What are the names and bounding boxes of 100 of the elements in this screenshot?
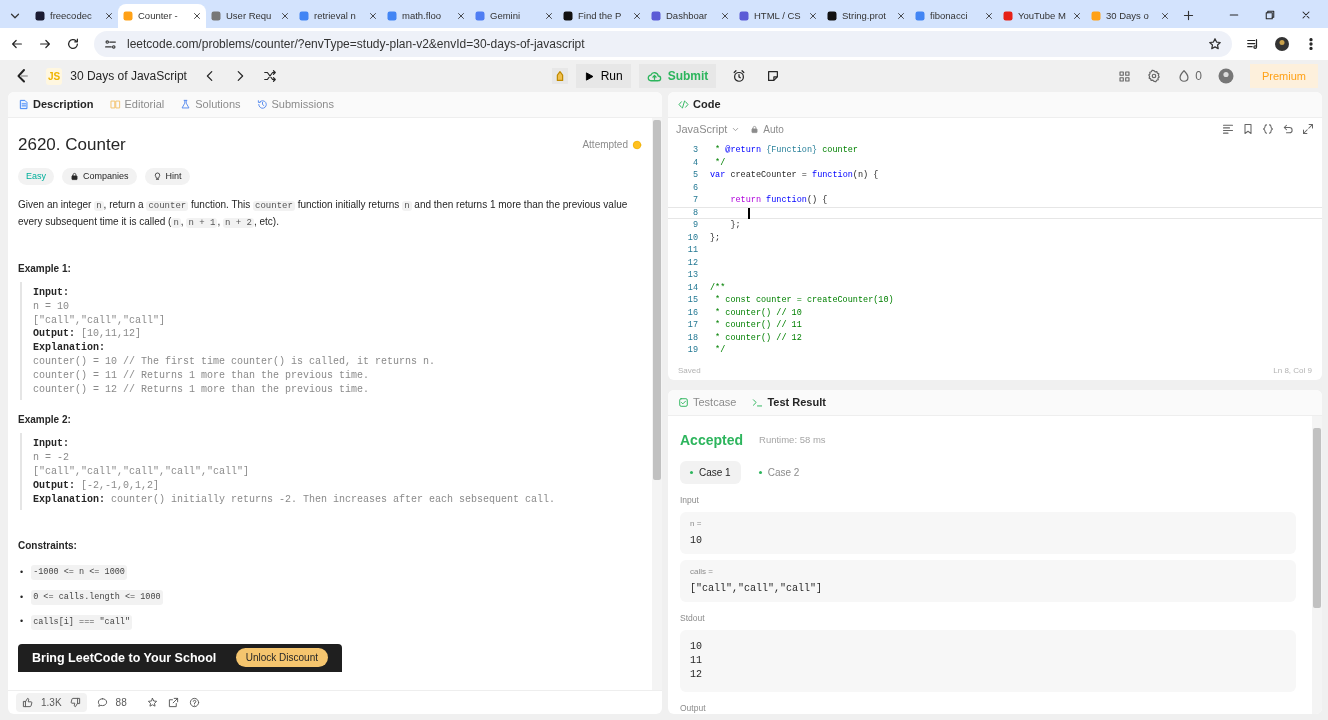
browser-tab[interactable]: fibonacci [910,4,998,28]
settings-icon[interactable] [1147,69,1162,83]
thumbs-up-icon[interactable] [22,697,33,708]
avatar-icon[interactable] [1274,36,1290,52]
close-icon[interactable] [808,11,818,21]
variable-value: ["call","call","call"] [690,581,824,596]
forward-icon[interactable] [38,37,52,51]
stdout-line: 12 [690,667,703,682]
play-icon [583,70,595,82]
site-icon [474,10,486,22]
line-number: 5 [691,170,698,181]
format-icon[interactable] [1222,123,1234,135]
text-cursor [748,207,750,219]
close-icon[interactable] [544,11,554,21]
code-line: */ [714,345,726,356]
language-select[interactable]: JavaScript [676,120,741,138]
browser-tab[interactable]: math.floo [382,4,470,28]
share-icon[interactable] [167,697,179,708]
site-icon [122,10,134,22]
bullet: • [20,590,24,604]
new-tab-icon[interactable] [1182,9,1195,22]
browser-tab[interactable]: Dashboar [646,4,734,28]
browser-tab[interactable]: HTML / CS [734,4,822,28]
line-number: 18 [686,332,698,343]
note-icon[interactable] [766,69,781,83]
browser-tab[interactable]: 30 Days o [1086,4,1174,28]
section-label: Input [680,494,700,507]
close-icon[interactable] [984,11,994,21]
browser-tab[interactable]: retrieval n [294,4,382,28]
checkbox-icon [678,397,689,408]
site-icon [650,10,662,22]
auto-mode-label: Auto [763,122,784,137]
browser-tab[interactable]: Gemini [470,4,558,28]
media-icon[interactable] [1246,37,1260,51]
example-line: Explanation: counter() initially returns -2. Then increases after each sebsequent call. [33,492,557,507]
code-line: return function() { [729,195,828,206]
like-count: 1.3K [41,696,62,710]
run-button[interactable]: Run [575,64,631,88]
bookmark-star-icon[interactable] [1208,37,1222,51]
line-number: 13 [686,270,698,281]
panel-tab[interactable]: Description [18,96,94,113]
example-line: Explanation: [33,341,106,355]
expand-icon[interactable] [1302,123,1314,135]
example-line: Input: [33,286,70,300]
example-line: counter() = 12 // Returns 1 more than the previous time. [33,382,371,397]
close-icon[interactable] [896,11,906,21]
shuffle-icon[interactable] [262,69,277,83]
close-icon[interactable] [104,11,114,21]
line-number: 7 [691,195,698,206]
close-icon[interactable] [1160,11,1170,21]
braces-icon[interactable] [1262,123,1274,135]
reset-icon[interactable] [1282,123,1294,135]
tag[interactable]: Hint [144,167,190,185]
thumbs-down-icon[interactable] [69,697,81,708]
comment-icon[interactable] [96,697,108,708]
panel-tab[interactable]: Test Result [752,394,826,411]
back-icon[interactable] [10,37,24,51]
line-number: 8 [691,207,698,218]
panel-title: Code [693,97,721,113]
url-text: leetcode.com/problems/counter/?envType=study-plan-v2&envId=30-days-of-javascript [127,36,585,53]
site-icon [1090,10,1102,22]
example-heading: Example 2: [18,413,72,428]
close-icon[interactable] [456,11,466,21]
case-tab[interactable]: Case 2 [748,461,810,484]
help-icon[interactable] [188,697,200,708]
close-icon[interactable] [720,11,730,21]
reload-icon[interactable] [66,37,80,51]
close-icon[interactable] [1072,11,1082,21]
scrollbar[interactable] [652,118,662,690]
browser-tab[interactable]: YouTube M [998,4,1086,28]
close-icon[interactable] [280,11,290,21]
line-number: 12 [686,257,698,268]
banner-title: Bring LeetCode to Your School [32,649,217,666]
case-tab[interactable]: Case 1 [680,461,741,484]
flask-icon [180,99,192,110]
code-line: */ [714,157,726,168]
close-icon[interactable] [1300,9,1312,21]
unlock-discount-button[interactable]: Unlock Discount [235,648,328,668]
close-icon[interactable] [368,11,378,21]
browser-tab[interactable]: Find the P [558,4,646,28]
layout-icon[interactable] [1118,69,1132,83]
close-icon[interactable] [632,11,642,21]
history-icon [256,99,268,110]
site-icon [298,10,310,22]
constraint-text: calls[i] === "call" [31,614,133,630]
browser-tab[interactable]: User Requ [206,4,294,28]
restore-icon[interactable] [1264,9,1276,21]
code-line: * const counter = createCounter(10) [714,295,894,306]
close-icon[interactable] [192,11,202,21]
alarm-icon[interactable] [732,69,747,83]
browser-tab[interactable]: String.prot [822,4,910,28]
address-bar[interactable]: leetcode.com/problems/counter/?envType=study-plan-v2&envId=30-days-of-javascript [94,31,1232,57]
study-plan-title[interactable]: 30 Days of JavaScript [70,67,187,85]
star-icon[interactable] [146,697,158,708]
bookmark-icon[interactable] [1242,123,1254,135]
browser-tab[interactable]: freecodec [30,4,118,28]
variable-value: 10 [690,533,703,548]
browser-tab[interactable]: Counter - [118,4,206,28]
scrollbar[interactable] [1312,416,1322,714]
tag[interactable]: Companies [62,167,137,185]
